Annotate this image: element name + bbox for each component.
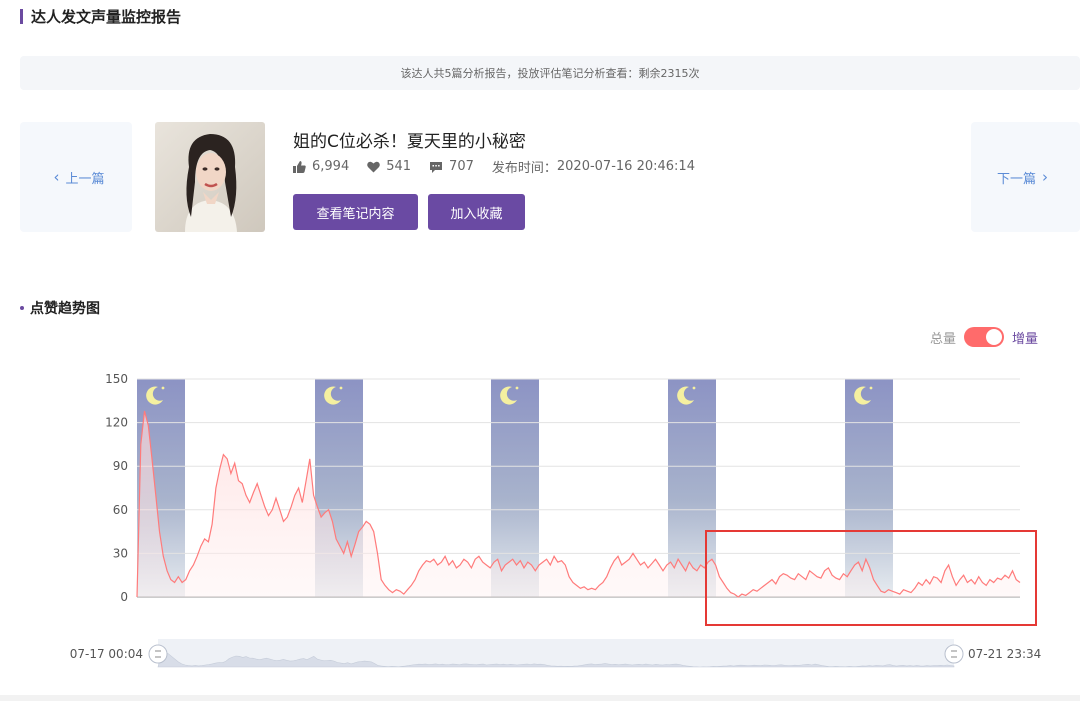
- likes-stat: 6,994: [293, 159, 349, 174]
- publish-time-label: 发布时间：: [491, 161, 557, 176]
- comments-stat: 707: [429, 159, 474, 174]
- total-increment-switch[interactable]: [964, 327, 1005, 347]
- favorites-stat: 541: [367, 159, 411, 174]
- prev-note-button[interactable]: ‹ 上一篇: [20, 122, 132, 232]
- y-tick-label: 30: [113, 546, 128, 560]
- slider-left-handle[interactable]: [148, 644, 168, 664]
- chevron-right-icon: ›: [1042, 168, 1048, 186]
- view-note-button[interactable]: 查看笔记内容: [293, 194, 418, 230]
- note-cover-image[interactable]: [155, 122, 265, 232]
- slider-start-label: 07-17 00:04: [70, 647, 143, 661]
- heart-icon: [367, 161, 381, 172]
- y-tick-label: 120: [105, 416, 128, 430]
- thumbs-up-icon: [293, 160, 306, 173]
- comments-count: 707: [449, 159, 474, 174]
- slider-end-label: 07-21 23:34: [968, 647, 1041, 661]
- y-tick-label: 60: [113, 503, 128, 517]
- note-stats: 6,994 541 707 发布时间： 2020-07-16 20:46:14: [293, 157, 713, 176]
- next-note-label: 下一篇: [996, 171, 1036, 187]
- comment-icon: [430, 161, 443, 173]
- analysis-notice: 该达人共5篇分析报告，投放评估笔记分析查看：剩余2315次: [20, 56, 1080, 90]
- toggle-increment-label[interactable]: 增量: [1012, 328, 1038, 347]
- likes-count: 6,994: [312, 159, 350, 174]
- switch-knob: [986, 329, 1003, 345]
- star-icon: [339, 386, 343, 390]
- chart-section-title-text: 点赞趋势图: [30, 301, 100, 317]
- bottom-divider: [0, 695, 1080, 701]
- y-tick-label: 0: [120, 590, 128, 604]
- star-icon: [161, 386, 165, 390]
- star-icon: [515, 386, 519, 390]
- report-title-text: 达人发文声量监控报告: [31, 7, 182, 26]
- likes-trend-chart: 0 30 60 90 120 150 07-17 00:04 07-21 23:34: [70, 372, 1042, 668]
- title-accent-bar: [20, 8, 23, 24]
- slider-right-handle[interactable]: [944, 644, 964, 664]
- y-tick-label: 150: [105, 372, 128, 386]
- favorites-count: 541: [386, 159, 412, 174]
- portrait-illustration: [155, 122, 265, 232]
- note-title: 姐的C位必杀！夏天里的小秘密: [293, 132, 526, 152]
- next-note-button[interactable]: 下一篇 ›: [971, 122, 1080, 232]
- mode-toggle: 总量 增量: [930, 327, 1038, 347]
- publish-time-value: 2020-07-16 20:46:14: [556, 159, 695, 174]
- y-tick-label: 90: [113, 459, 128, 473]
- report-title: 达人发文声量监控报告: [20, 6, 181, 26]
- notice-text: 该达人共5篇分析报告，投放评估笔记分析查看：剩余2315次: [400, 67, 700, 80]
- star-icon: [869, 386, 873, 390]
- night-band: [845, 379, 893, 597]
- toggle-total-label[interactable]: 总量: [930, 328, 956, 347]
- add-favorite-button[interactable]: 加入收藏: [428, 194, 525, 230]
- chart-section-title: 点赞趋势图: [20, 298, 100, 318]
- time-range-slider[interactable]: 07-17 00:04 07-21 23:34: [70, 639, 1042, 668]
- bullet-dot: [20, 306, 24, 310]
- prev-note-label: 上一篇: [65, 171, 105, 187]
- publish-time: 发布时间： 2020-07-16 20:46:14: [492, 157, 695, 176]
- chevron-left-icon: ‹: [53, 168, 60, 186]
- star-icon: [692, 386, 696, 390]
